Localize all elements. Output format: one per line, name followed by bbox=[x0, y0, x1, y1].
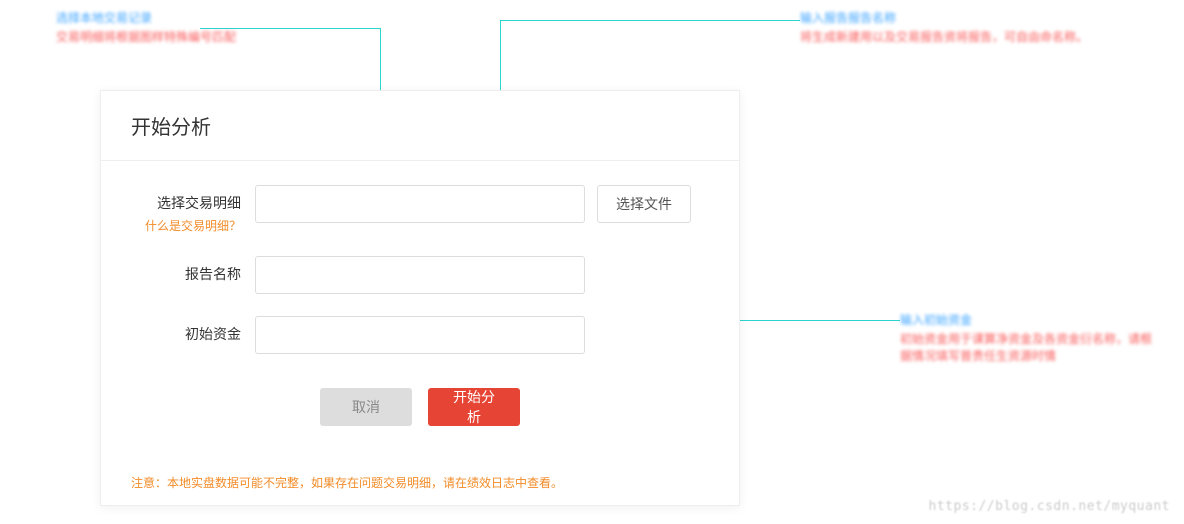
start-analysis-dialog: 开始分析 选择交易明细 什么是交易明细？ 选择文件 报告名称 初始资金 bbox=[100, 90, 740, 506]
form-row-capital: 初始资金 bbox=[131, 316, 709, 354]
form-row-file: 选择交易明细 什么是交易明细？ 选择文件 bbox=[131, 185, 709, 234]
dialog-note: 注意：本地实盘数据可能不完整，如果存在问题交易明细，请在绩效日志中查看。 bbox=[101, 460, 739, 505]
watermark: https://blog.csdn.net/myquant bbox=[929, 499, 1170, 514]
choose-file-button[interactable]: 选择文件 bbox=[597, 185, 691, 223]
connector-line bbox=[200, 28, 380, 29]
callout-title: 输入初始资金 bbox=[900, 312, 1160, 329]
label-col: 初始资金 bbox=[131, 316, 241, 344]
initial-capital-input[interactable] bbox=[255, 316, 585, 354]
name-label: 报告名称 bbox=[131, 264, 241, 284]
control-col: 选择文件 bbox=[241, 185, 709, 223]
control-col bbox=[241, 316, 709, 354]
label-col: 选择交易明细 什么是交易明细？ bbox=[131, 185, 241, 234]
callout-title: 输入报告报告名称 bbox=[800, 10, 1088, 27]
callout-desc: 交易明细将根据图样特殊编号匹配 bbox=[56, 29, 236, 46]
cancel-button[interactable]: 取消 bbox=[320, 388, 412, 426]
callout-title: 选择本地交易记录 bbox=[56, 10, 236, 27]
callout-desc: 初始资金用于课算净资金及各资金衍名称，请根据情况填写普责任生资源时情 bbox=[900, 331, 1160, 365]
capital-label: 初始资金 bbox=[131, 324, 241, 344]
report-name-input[interactable] bbox=[255, 256, 585, 294]
dialog-header: 开始分析 bbox=[101, 91, 739, 161]
file-path-input[interactable] bbox=[255, 185, 585, 223]
callout-report-name: 输入报告报告名称 将生成新建用以及交易报告资将报告，可自由命名称。 bbox=[800, 10, 1088, 46]
callout-initial-capital: 输入初始资金 初始资金用于课算净资金及各资金衍名称，请根据情况填写普责任生资源时… bbox=[900, 312, 1160, 364]
connector-line bbox=[500, 20, 800, 21]
dialog-body: 选择交易明细 什么是交易明细？ 选择文件 报告名称 初始资金 bbox=[101, 161, 739, 460]
form-row-name: 报告名称 bbox=[131, 256, 709, 294]
callout-desc: 将生成新建用以及交易报告资将报告，可自由命名称。 bbox=[800, 29, 1088, 46]
dialog-title: 开始分析 bbox=[131, 111, 709, 140]
submit-button[interactable]: 开始分析 bbox=[428, 388, 520, 426]
dialog-actions: 取消 开始分析 bbox=[131, 376, 709, 450]
label-col: 报告名称 bbox=[131, 256, 241, 284]
control-col bbox=[241, 256, 709, 294]
file-help-link[interactable]: 什么是交易明细？ bbox=[131, 217, 241, 234]
file-label: 选择交易明细 bbox=[131, 193, 241, 213]
